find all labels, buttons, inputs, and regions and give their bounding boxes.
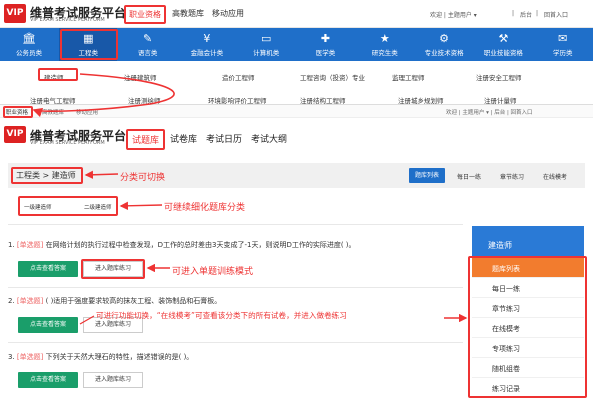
arrow-curve [32, 73, 175, 118]
annotation-arrows [32, 73, 468, 325]
arrow-function-left [79, 315, 95, 325]
arrow-refine [119, 201, 163, 211]
arrow-switch [84, 170, 119, 179]
